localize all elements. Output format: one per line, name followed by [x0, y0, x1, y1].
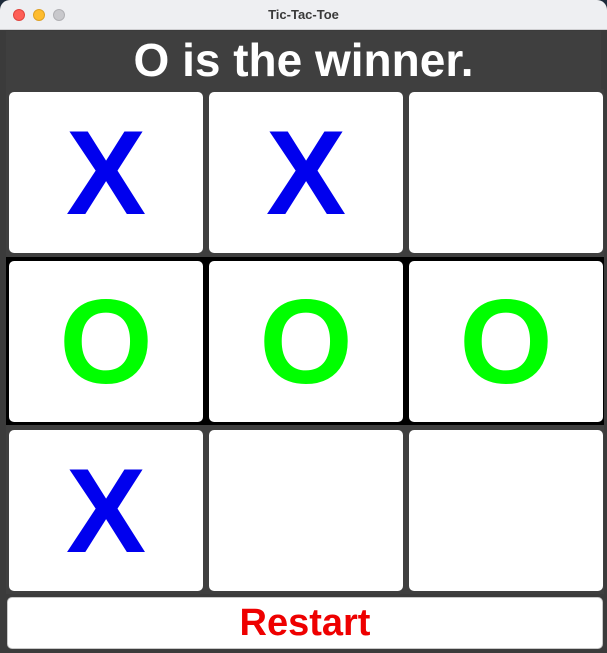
board-cell-1-2[interactable]: O: [409, 261, 603, 422]
restart-button[interactable]: Restart: [7, 597, 603, 649]
title-bar[interactable]: Tic-Tac-Toe: [0, 0, 607, 30]
window-title: Tic-Tac-Toe: [268, 7, 339, 22]
board-cell-2-0[interactable]: X: [9, 430, 203, 591]
game-window: Tic-Tac-Toe O is the winner. X X O O O X…: [0, 0, 607, 653]
board-cell-2-2[interactable]: [409, 430, 603, 591]
board-cell-0-0[interactable]: X: [9, 92, 203, 253]
board-cell-0-2[interactable]: [409, 92, 603, 253]
game-board: X X O O O X: [6, 89, 604, 594]
board-cell-0-1[interactable]: X: [209, 92, 403, 253]
board-cell-1-1[interactable]: O: [209, 261, 403, 422]
board-cell-1-0[interactable]: O: [9, 261, 203, 422]
status-message: O is the winner.: [6, 31, 601, 89]
board-cell-2-1[interactable]: [209, 430, 403, 591]
